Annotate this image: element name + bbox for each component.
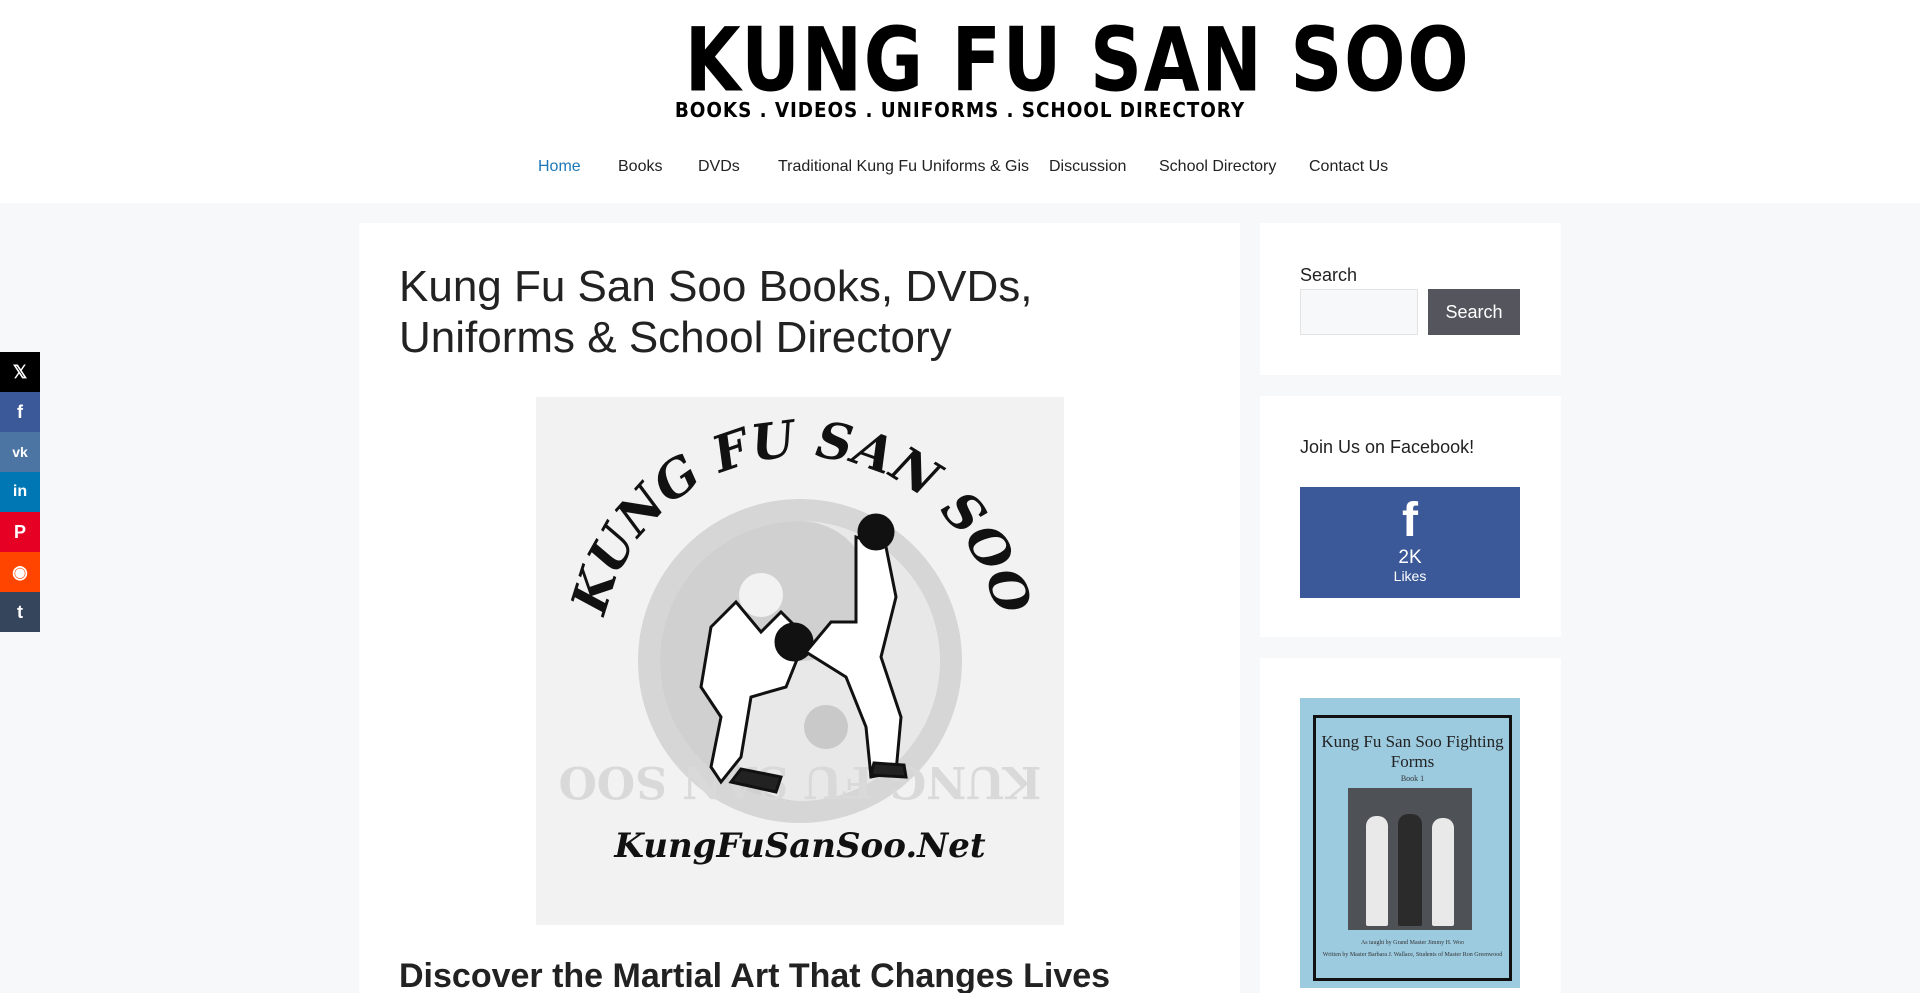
book-written-by: Written by Master Barbara J. Wallace, St…: [1322, 952, 1503, 958]
facebook-widget: Join Us on Facebook! f 2K Likes: [1260, 396, 1561, 637]
social-share-bar: 𝕏 f vk in P ◉ t: [0, 352, 40, 632]
facebook-like-count: 2K: [1398, 547, 1422, 568]
book-cover-photo: [1348, 788, 1472, 930]
search-input[interactable]: [1300, 289, 1418, 335]
search-button[interactable]: Search: [1428, 289, 1520, 335]
tumblr-icon[interactable]: t: [0, 592, 40, 632]
kung-fu-san-soo-logo: KUNG FU SAN SOO KUNG FU SAN SOO KungFuSa…: [558, 408, 1043, 866]
facebook-f-icon: f: [1402, 494, 1418, 547]
nav-item-dvds[interactable]: DVDs: [698, 158, 740, 176]
logo-reflection-text: KUNG FU SAN SOO: [559, 756, 1042, 807]
main-navigation: Home Books DVDs Traditional Kung Fu Unif…: [0, 158, 1920, 186]
facebook-widget-heading: Join Us on Facebook!: [1300, 437, 1475, 457]
search-widget: Search Search: [1260, 223, 1561, 375]
facebook-likes-label: Likes: [1393, 568, 1427, 584]
section-heading: Discover the Martial Art That Changes Li…: [399, 957, 1111, 993]
hero-logo-image: KUNG FU SAN SOO KUNG FU SAN SOO KungFuSa…: [536, 397, 1064, 925]
nav-item-books[interactable]: Books: [618, 158, 662, 176]
reddit-icon[interactable]: ◉: [0, 552, 40, 592]
x-icon[interactable]: 𝕏: [0, 352, 40, 392]
nav-item-uniforms[interactable]: Traditional Kung Fu Uniforms & Gis: [778, 158, 1029, 176]
vk-icon[interactable]: vk: [0, 432, 40, 472]
logo-url-text: KungFuSanSoo.Net: [613, 826, 985, 866]
linkedin-icon[interactable]: in: [0, 472, 40, 512]
book-cover-image[interactable]: Kung Fu San Soo Fighting Forms Book 1 As…: [1300, 698, 1520, 988]
nav-item-discussion[interactable]: Discussion: [1049, 158, 1126, 176]
book-cover-frame: Kung Fu San Soo Fighting Forms Book 1 As…: [1313, 715, 1512, 981]
nav-item-contact-us[interactable]: Contact Us: [1309, 158, 1388, 176]
pinterest-icon[interactable]: P: [0, 512, 40, 552]
search-label: Search: [1300, 265, 1358, 285]
book-taught-by: As taught by Grand Master Jimmy H. Woo: [1360, 940, 1465, 946]
site-logo-title[interactable]: KUNG FU SAN SOO: [685, 16, 1469, 104]
nav-item-school-directory[interactable]: School Directory: [1159, 158, 1276, 176]
facebook-like-box[interactable]: f 2K Likes: [1300, 487, 1520, 598]
site-header: KUNG FU SAN SOO BOOKS . VIDEOS . UNIFORM…: [0, 0, 1920, 203]
nav-item-home[interactable]: Home: [538, 158, 581, 176]
page-title: Kung Fu San Soo Books, DVDs, Uniforms & …: [399, 262, 1033, 362]
book-title: Kung Fu San Soo Fighting Forms: [1321, 732, 1504, 771]
main-content: Kung Fu San Soo Books, DVDs, Uniforms & …: [359, 223, 1240, 993]
site-logo-subtitle: BOOKS . VIDEOS . UNIFORMS . SCHOOL DIREC…: [674, 98, 1246, 122]
facebook-icon[interactable]: f: [0, 392, 40, 432]
book-subtitle: Book 1: [1400, 774, 1425, 783]
book-widget: Kung Fu San Soo Fighting Forms Book 1 As…: [1260, 658, 1561, 993]
